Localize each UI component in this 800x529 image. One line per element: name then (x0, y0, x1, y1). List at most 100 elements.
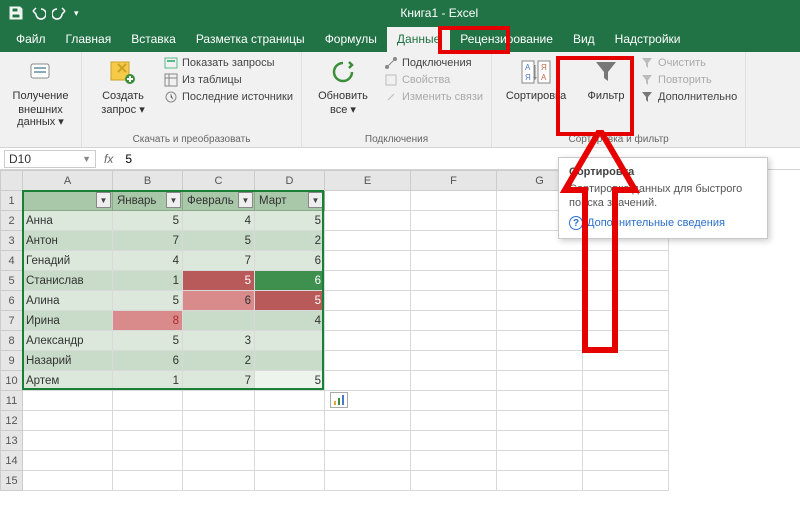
cell[interactable] (183, 311, 255, 331)
advanced-filter-button[interactable]: Дополнительно (640, 90, 737, 104)
fx-icon[interactable]: fx (96, 152, 121, 166)
cell[interactable] (497, 251, 583, 271)
cell[interactable]: 6 (183, 291, 255, 311)
cell[interactable]: Станислав (23, 271, 113, 291)
cell[interactable]: 5 (255, 291, 325, 311)
cell[interactable] (113, 451, 183, 471)
cell[interactable]: 2 (183, 351, 255, 371)
cell[interactable] (583, 371, 669, 391)
cell[interactable] (183, 411, 255, 431)
cell[interactable]: 5 (255, 211, 325, 231)
cell[interactable] (325, 251, 411, 271)
cell[interactable] (183, 451, 255, 471)
cell[interactable] (497, 391, 583, 411)
cell[interactable] (411, 271, 497, 291)
cell[interactable] (411, 311, 497, 331)
cell[interactable] (411, 471, 497, 491)
cell[interactable] (23, 411, 113, 431)
cell[interactable] (325, 311, 411, 331)
cell[interactable]: 5 (183, 271, 255, 291)
refresh-all-button[interactable]: Обновить все ▾ (310, 56, 376, 116)
cell[interactable] (113, 471, 183, 491)
row-header[interactable]: 15 (1, 471, 23, 491)
cell[interactable]: 5 (113, 331, 183, 351)
tab-addins[interactable]: Надстройки (605, 27, 691, 52)
tooltip-help-link[interactable]: ?Дополнительные сведения (569, 216, 757, 230)
select-all-corner[interactable] (1, 171, 23, 191)
cell[interactable] (255, 451, 325, 471)
cell[interactable] (183, 431, 255, 451)
from-table-button[interactable]: Из таблицы (164, 73, 293, 87)
cell[interactable] (497, 411, 583, 431)
tab-data[interactable]: Данные (387, 27, 450, 52)
cell[interactable] (411, 211, 497, 231)
col-header-A[interactable]: A (23, 171, 113, 191)
table-header-jan[interactable]: Январь▼ (113, 191, 183, 211)
col-header-E[interactable]: E (325, 171, 411, 191)
cell[interactable] (325, 351, 411, 371)
cell[interactable] (325, 271, 411, 291)
cell[interactable] (497, 431, 583, 451)
cell[interactable] (23, 391, 113, 411)
cell[interactable] (497, 291, 583, 311)
cell[interactable]: 3 (183, 331, 255, 351)
row-header[interactable]: 14 (1, 451, 23, 471)
cell[interactable] (255, 411, 325, 431)
row-header[interactable]: 12 (1, 411, 23, 431)
name-box-dropdown-icon[interactable]: ▼ (82, 154, 91, 164)
tab-view[interactable]: Вид (563, 27, 605, 52)
new-query-button[interactable]: Создать запрос ▾ (90, 56, 156, 116)
cell[interactable] (325, 451, 411, 471)
cell[interactable] (325, 191, 411, 211)
table-header-name[interactable]: ▼ (23, 191, 113, 211)
cell[interactable] (113, 391, 183, 411)
cell[interactable] (497, 311, 583, 331)
filter-dropdown-icon[interactable]: ▼ (238, 192, 253, 208)
cell[interactable] (497, 331, 583, 351)
cell[interactable]: 7 (113, 231, 183, 251)
get-external-data-button[interactable]: Получение внешних данных ▾ (8, 56, 73, 128)
cell[interactable] (411, 371, 497, 391)
cell[interactable] (583, 251, 669, 271)
cell[interactable]: Александр (23, 331, 113, 351)
tab-home[interactable]: Главная (56, 27, 122, 52)
col-header-F[interactable]: F (411, 171, 497, 191)
cell[interactable]: 4 (183, 211, 255, 231)
cell[interactable]: Антон (23, 231, 113, 251)
recent-sources-button[interactable]: Последние источники (164, 90, 293, 104)
cell[interactable] (255, 331, 325, 351)
cell[interactable] (411, 351, 497, 371)
col-header-D[interactable]: D (255, 171, 325, 191)
cell[interactable]: 7 (183, 251, 255, 271)
table-header-feb[interactable]: Февраль▼ (183, 191, 255, 211)
tab-formulas[interactable]: Формулы (315, 27, 387, 52)
filter-dropdown-icon[interactable]: ▼ (96, 192, 111, 208)
row-header[interactable]: 8 (1, 331, 23, 351)
sort-button[interactable]: АЯЯА Сортировка (500, 56, 572, 102)
cell[interactable]: 1 (113, 371, 183, 391)
cell[interactable] (497, 451, 583, 471)
cell[interactable] (325, 411, 411, 431)
tab-page-layout[interactable]: Разметка страницы (186, 27, 315, 52)
row-header[interactable]: 11 (1, 391, 23, 411)
cell[interactable]: Назарий (23, 351, 113, 371)
cell[interactable]: Анна (23, 211, 113, 231)
cell[interactable] (183, 471, 255, 491)
cell[interactable]: 8 (113, 311, 183, 331)
cell[interactable]: 2 (255, 231, 325, 251)
cell[interactable] (497, 351, 583, 371)
cell[interactable] (583, 471, 669, 491)
row-header[interactable]: 1 (1, 191, 23, 211)
cell[interactable] (411, 251, 497, 271)
row-header[interactable]: 10 (1, 371, 23, 391)
cell[interactable]: 7 (183, 371, 255, 391)
cell[interactable] (183, 391, 255, 411)
row-header[interactable]: 5 (1, 271, 23, 291)
cell[interactable] (583, 291, 669, 311)
cell[interactable] (113, 411, 183, 431)
cell[interactable] (583, 411, 669, 431)
cell[interactable] (411, 231, 497, 251)
cell[interactable]: 4 (255, 311, 325, 331)
cell[interactable]: 6 (113, 351, 183, 371)
row-header[interactable]: 7 (1, 311, 23, 331)
